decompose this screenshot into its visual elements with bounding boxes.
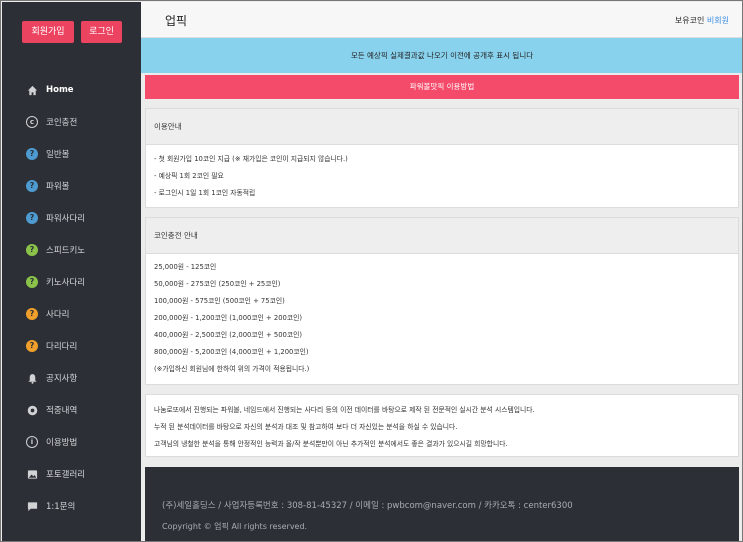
page-title: 업픽 [165,14,188,28]
sidebar-item-label: 스피드키노 [46,246,86,256]
about-line: 고객님의 냉철한 분석을 통해 안정적인 능력과 올/작 분석뿐만이 아닌 추가… [154,440,508,448]
question-icon: ? [26,276,38,288]
question-icon: ? [26,308,38,320]
question-icon: ? [26,340,38,352]
chat-icon [26,500,38,512]
sidebar-item-label: 사다리 [46,310,70,320]
sidebar-item-label: 포토갤러리 [46,470,86,480]
price-line: 400,000원 - 2,500코인 (2,000코인 + 500코인) [154,331,303,339]
price-line: 100,000원 - 575코인 (500코인 + 75코인) [154,297,285,305]
sidebar-item-hit-history[interactable]: 적중내역 [2,394,141,426]
coin-charge-card: 코인충전 안내 25,000원 - 125코인 50,000원 - 275코인 … [145,217,739,385]
sidebar-item-speed-keno[interactable]: ? 스피드키노 [2,234,141,266]
signup-button[interactable]: 회원가입 [22,21,74,43]
sidebar-item-coin-charge[interactable]: c 코인충전 [2,106,141,138]
sidebar-item-label: 코인충전 [46,118,78,128]
info-icon: i [26,436,38,448]
sidebar-item-label: 다리다리 [46,342,78,352]
question-icon: ? [26,244,38,256]
photo-icon [26,468,38,480]
sidebar-item-label: 1:1문의 [46,502,76,512]
usage-card-title: 이용안내 [146,109,738,145]
coin-status: 보유코인 비회원 [675,15,729,26]
header: 업픽 보유코인 비회원 [141,2,742,38]
sidebar: 회원가입 로그인 Home c 코인충전 ? 일반볼 ? 파워볼 ? 파워사다리… [2,2,141,541]
sidebar-nav: Home c 코인충전 ? 일반볼 ? 파워볼 ? 파워사다리 ? 스피드키노 [2,74,141,522]
sidebar-item-normal-ball[interactable]: ? 일반볼 [2,138,141,170]
usage-line: - 첫 회원가입 10코인 지급 (※ 재가입은 코인이 지급되지 않습니다.) [154,155,348,163]
footer: (주)세일홀딩스 / 사업자등록번호 : 308-81-45327 / 이메일 … [145,467,739,541]
app-frame: 회원가입 로그인 Home c 코인충전 ? 일반볼 ? 파워볼 ? 파워사다리… [0,0,743,542]
sidebar-item-power-ladder[interactable]: ? 파워사다리 [2,202,141,234]
question-icon: ? [26,148,38,160]
sidebar-item-label: 파워사다리 [46,214,86,224]
price-note: (※가입하신 회원님에 한하여 위의 가격이 적용됩니다.) [154,365,310,373]
coin-icon: c [26,116,38,128]
home-icon [26,84,38,96]
question-icon: ? [26,212,38,224]
sidebar-item-label: Home [46,85,74,95]
sidebar-item-notice[interactable]: 공지사항 [2,362,141,394]
info-banner: 모든 예상픽 실제결과값 나오기 이전에 공개후 표시 됩니다 [141,38,742,73]
coin-charge-card-title: 코인충전 안내 [146,218,738,254]
company-info: (주)세일홀딩스 / 사업자등록번호 : 308-81-45327 / 이메일 … [162,501,573,511]
sidebar-item-photo-gallery[interactable]: 포토갤러리 [2,458,141,490]
login-button[interactable]: 로그인 [81,21,122,43]
price-line: 200,000원 - 1,200코인 (1,000코인 + 200코인) [154,314,303,322]
coin-label: 보유코인 [674,16,705,25]
usage-line: - 로그인시 1일 1회 1코인 자동적립 [154,189,256,197]
sidebar-item-how-to-use[interactable]: i 이용방법 [2,426,141,458]
about-line: 누적 된 분석데이터를 바탕으로 자신의 분석과 대조 및 참고하여 보다 더 … [154,423,458,431]
sidebar-item-inquiry[interactable]: 1:1문의 [2,490,141,522]
sidebar-item-label: 이용방법 [46,438,78,448]
usage-card: 이용안내 - 첫 회원가입 10코인 지급 (※ 재가입은 코인이 지급되지 않… [145,108,739,208]
copyright: Copyright © 업픽 All rights reserved. [162,522,308,531]
about-card: 나눔로또에서 진행되는 파워볼, 네임드에서 진행되는 사다리 등의 이전 데이… [145,394,739,457]
sidebar-item-ladder[interactable]: ? 사다리 [2,298,141,330]
usage-line: - 예상픽 1회 2코인 필요 [154,172,224,180]
bell-icon [26,372,38,384]
sidebar-item-home[interactable]: Home [2,74,141,106]
coin-value-link[interactable]: 비회원 [707,16,729,25]
sidebar-item-label: 파워볼 [46,182,70,192]
sidebar-item-label: 적중내역 [46,406,78,416]
about-line: 나눔로또에서 진행되는 파워볼, 네임드에서 진행되는 사다리 등의 이전 데이… [154,406,535,414]
sidebar-item-label: 일반볼 [46,150,70,160]
price-line: 800,000원 - 5,200코인 (4,000코인 + 1,200코인) [154,348,309,356]
question-icon: ? [26,180,38,192]
sidebar-item-powerball[interactable]: ? 파워볼 [2,170,141,202]
sidebar-item-label: 키노사다리 [46,278,86,288]
sidebar-item-daridari[interactable]: ? 다리다리 [2,330,141,362]
price-line: 25,000원 - 125코인 [154,263,217,271]
usage-guide-banner[interactable]: 파워볼맛픽 이용방법 [145,75,739,99]
sidebar-item-label: 공지사항 [46,374,78,384]
target-icon [26,404,38,416]
price-line: 50,000원 - 275코인 (250코인 + 25코인) [154,280,281,288]
sidebar-item-keno-ladder[interactable]: ? 키노사다리 [2,266,141,298]
